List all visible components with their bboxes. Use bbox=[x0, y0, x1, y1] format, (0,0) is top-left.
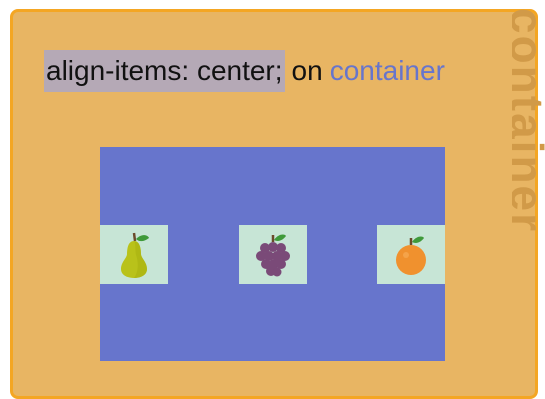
pear-icon bbox=[121, 232, 149, 278]
flex-container bbox=[100, 147, 445, 361]
flex-item-orange bbox=[377, 224, 445, 284]
flex-item-grapes bbox=[238, 224, 307, 284]
edge-watermark-text: container bbox=[512, 8, 545, 234]
caption: align-items: center; on container bbox=[44, 50, 445, 92]
grapes-icon bbox=[255, 234, 290, 277]
orange-icon bbox=[396, 236, 426, 275]
caption-connector: on bbox=[291, 55, 323, 86]
flex-item-pear bbox=[100, 224, 168, 284]
caption-target-label: container bbox=[329, 55, 445, 86]
css-code-snippet: align-items: center; bbox=[44, 50, 285, 92]
